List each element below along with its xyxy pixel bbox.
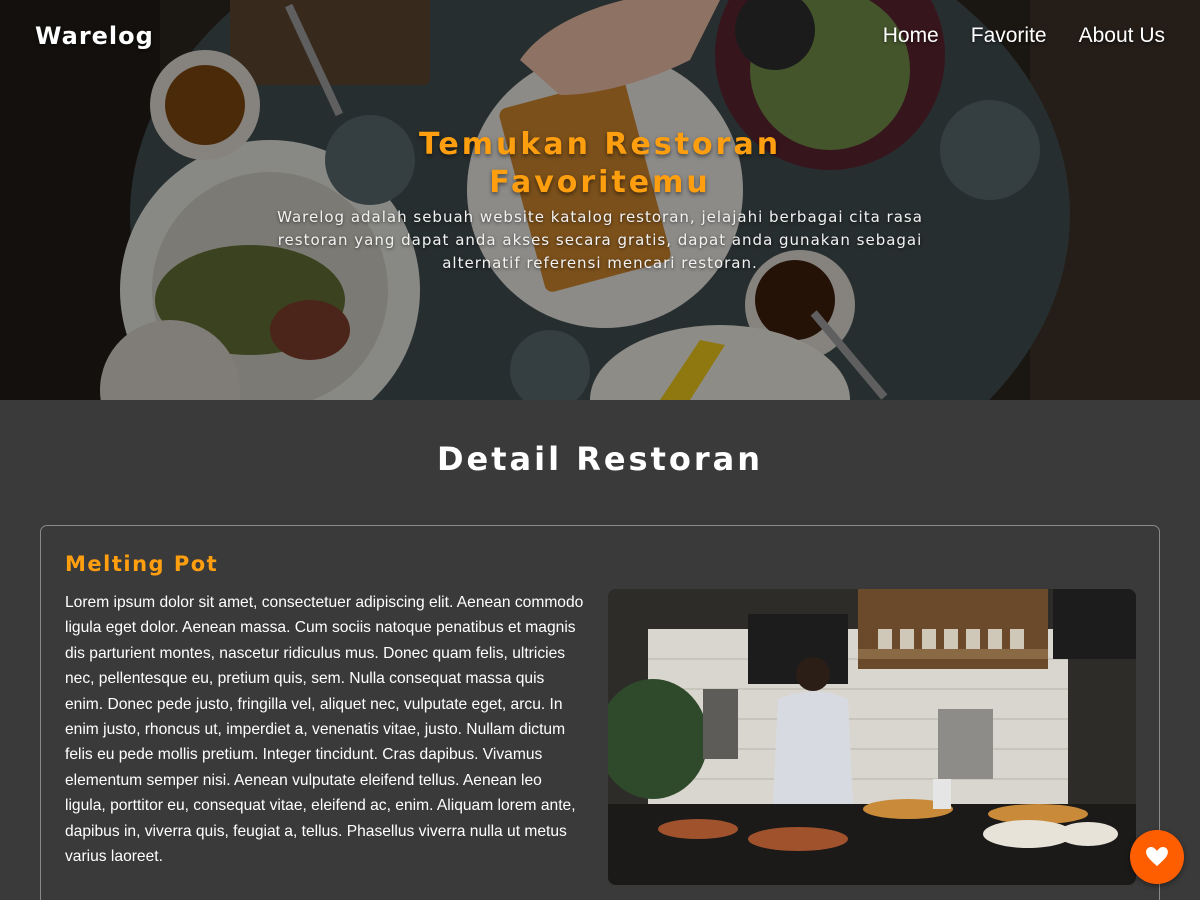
hero-title: Temukan Restoran Favoritemu — [418, 127, 782, 200]
nav-link-favorite[interactable]: Favorite — [971, 24, 1047, 48]
hero-content: Temukan Restoran Favoritemu Warelog adal… — [0, 126, 1200, 275]
restaurant-detail-card: Melting Pot Lorem ipsum dolor sit amet, … — [40, 525, 1160, 900]
nav-link-about-us[interactable]: About Us — [1079, 24, 1165, 48]
hero-section: Warelog Home Favorite About Us Temukan R… — [0, 0, 1200, 400]
section-title: Detail Restoran — [436, 440, 764, 478]
favorite-button[interactable] — [1130, 830, 1184, 884]
hero-description: Warelog adalah sebuah website katalog re… — [277, 208, 923, 272]
nav-link-home[interactable]: Home — [883, 24, 939, 48]
brand-logo[interactable]: Warelog — [35, 22, 154, 50]
restaurant-image — [608, 589, 1136, 885]
heart-icon — [1146, 847, 1168, 867]
nav-menu: Home Favorite About Us — [883, 24, 1165, 48]
navbar: Warelog Home Favorite About Us — [0, 0, 1200, 72]
restaurant-description: Lorem ipsum dolor sit amet, consectetuer… — [65, 594, 584, 866]
restaurant-name: Melting Pot — [65, 552, 219, 576]
